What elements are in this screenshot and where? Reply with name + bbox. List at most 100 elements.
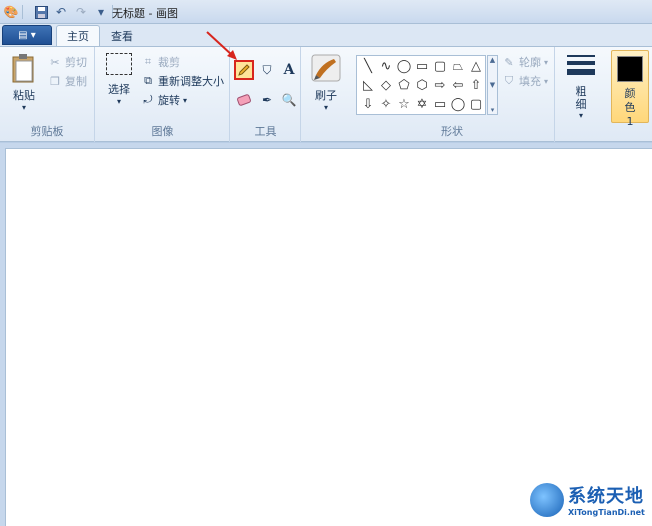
eyedropper-icon: ✒ <box>261 93 273 107</box>
shape-item[interactable]: ⬡ <box>413 76 431 95</box>
shape-item[interactable]: ⇨ <box>431 76 449 95</box>
ribbon-tabs: ▤ ▾ 主页 查看 <box>0 24 652 46</box>
color1-swatch <box>617 56 643 82</box>
eraser-tool-button[interactable] <box>234 90 254 110</box>
tab-view[interactable]: 查看 <box>101 25 143 46</box>
size-group: 粗细 ▾ <box>556 47 606 142</box>
shape-item[interactable]: ✡ <box>413 95 431 114</box>
cut-label: 剪切 <box>65 56 87 69</box>
shapes-group-label: 形状 <box>441 125 463 138</box>
undo-icon[interactable]: ↶ <box>52 3 70 21</box>
shape-item[interactable]: ╲ <box>359 57 377 76</box>
color1-label: 颜色 1 <box>624 87 636 128</box>
crop-label: 裁剪 <box>158 56 180 69</box>
crop-button[interactable]: ⌗ 裁剪 <box>141 54 180 70</box>
fill-icon: ⛉ <box>504 74 514 87</box>
paste-button[interactable]: 粘贴 ▾ <box>6 53 42 112</box>
ribbon: 粘贴 ▾ ✂ 剪切 ❐ 复制 剪贴板 选择 ▾ ⌗ 裁剪 ⧉ 重新调整大小 ⤾ … <box>0 46 652 142</box>
fill-tool-button[interactable]: ⛉ <box>257 60 277 80</box>
fill-button[interactable]: ⛉ 填充 ▾ <box>502 73 548 89</box>
shape-item[interactable]: ▭ <box>431 95 449 114</box>
tools-group: ⛉ A ✒ 🔍 工具 <box>231 47 301 142</box>
shape-item[interactable]: ⬠ <box>395 76 413 95</box>
shape-item[interactable]: ▢ <box>467 95 485 114</box>
size-label: 粗细 <box>575 85 587 111</box>
clipboard-group-label: 剪贴板 <box>30 125 64 138</box>
copy-button[interactable]: ❐ 复制 <box>48 73 87 89</box>
copy-icon: ❐ <box>50 74 60 88</box>
save-icon[interactable] <box>32 3 50 21</box>
paste-label: 粘贴 <box>13 89 35 102</box>
rotate-icon: ⤾ <box>143 93 153 106</box>
magnifier-tool-button[interactable]: 🔍 <box>279 90 299 110</box>
chevron-down-icon: ▾ <box>21 103 26 112</box>
chevron-down-icon: ▾ <box>544 76 549 86</box>
canvas-area <box>0 143 652 526</box>
eraser-icon <box>237 94 251 106</box>
window-title: 无标题 - 画图 <box>112 7 178 20</box>
watermark-url: XiTongTianDi.net <box>568 508 645 517</box>
select-button[interactable]: 选择 ▾ <box>102 53 136 106</box>
rotate-label: 旋转 <box>158 94 180 107</box>
clipboard-icon <box>12 54 34 83</box>
select-label: 选择 <box>108 83 130 96</box>
brushes-button[interactable]: 刷子 ▾ <box>308 53 344 112</box>
shapes-group: ╲ ∿ ◯ ▭ ▢ ⏢ △ ◺ ◇ ⬠ ⬡ ⇨ ⇦ ⇧ ⇩ ✧ ☆ ✡ ▭ ◯ ▢ ▲ ▼ ▾ ✎ 轮廓 ▾ ⛉ 填充 ▾ … <box>350 47 555 142</box>
resize-button[interactable]: ⧉ 重新调整大小 <box>141 73 224 89</box>
shape-item[interactable]: ⏢ <box>449 57 467 76</box>
copy-label: 复制 <box>65 75 87 88</box>
outline-label: 轮廓 <box>519 56 541 69</box>
color-picker-tool-button[interactable]: ✒ <box>257 90 277 110</box>
shape-item[interactable]: ⇩ <box>359 95 377 114</box>
pencil-icon <box>238 64 250 76</box>
watermark: 系统天地 XiTongTianDi.net <box>530 482 645 517</box>
paint-app-icon[interactable]: 🎨 <box>2 3 20 21</box>
clipboard-group: 粘贴 ▾ ✂ 剪切 ❐ 复制 剪贴板 <box>0 47 95 142</box>
shape-item[interactable]: ⇦ <box>449 76 467 95</box>
chevron-down-icon: ▾ <box>183 95 188 105</box>
qat-dropdown-icon[interactable]: ▾ <box>92 3 110 21</box>
text-tool-button[interactable]: A <box>279 60 299 80</box>
scissors-icon: ✂ <box>50 55 60 69</box>
shape-item[interactable]: ◺ <box>359 76 377 95</box>
shape-item[interactable]: ◯ <box>395 57 413 76</box>
shapes-gallery: ╲ ∿ ◯ ▭ ▢ ⏢ △ ◺ ◇ ⬠ ⬡ ⇨ ⇦ ⇧ ⇩ ✧ ☆ ✡ ▭ ◯ ▢ <box>356 55 486 115</box>
crop-icon: ⌗ <box>144 55 152 68</box>
brushes-label: 刷子 <box>315 89 337 102</box>
outline-icon: ✎ <box>504 55 514 69</box>
annotation-arrow-icon <box>206 31 237 60</box>
color1-button[interactable]: 颜色 1 <box>611 50 649 128</box>
resize-icon: ⧉ <box>144 74 152 87</box>
tab-home[interactable]: 主页 <box>56 25 100 46</box>
size-button[interactable]: 粗细 ▾ <box>562 53 600 120</box>
image-group-label: 图像 <box>151 125 174 138</box>
paint-bucket-icon: ⛉ <box>262 62 272 77</box>
chevron-down-icon: ▾ <box>544 57 549 67</box>
shape-item[interactable]: ∿ <box>377 57 395 76</box>
cut-button[interactable]: ✂ 剪切 <box>48 54 87 70</box>
shape-item[interactable]: ◯ <box>449 95 467 114</box>
shape-item[interactable]: ▭ <box>413 57 431 76</box>
chevron-down-icon: ▾ <box>578 111 583 120</box>
line-thickness-icon <box>567 55 595 75</box>
shape-item[interactable]: ✧ <box>377 95 395 114</box>
chevron-down-icon: ▾ <box>116 97 121 106</box>
outline-button[interactable]: ✎ 轮廓 ▾ <box>502 54 548 70</box>
shapes-gallery-scroll[interactable]: ▲ ▼ ▾ <box>487 55 498 115</box>
chevron-down-icon: ▾ <box>323 103 328 112</box>
watermark-title: 系统天地 <box>568 486 644 507</box>
shape-item[interactable]: △ <box>467 57 485 76</box>
file-menu-button[interactable]: ▤ ▾ <box>2 25 52 45</box>
rotate-button[interactable]: ⤾ 旋转 ▾ <box>141 92 187 108</box>
watermark-logo-icon <box>530 482 564 517</box>
drawing-canvas[interactable] <box>5 148 652 526</box>
brushes-group: 刷子 ▾ <box>302 47 350 142</box>
shape-item[interactable]: ▢ <box>431 57 449 76</box>
redo-icon[interactable]: ↷ <box>72 3 90 21</box>
shape-item[interactable]: ⇧ <box>467 76 485 95</box>
quick-access-toolbar: 🎨 ↶ ↷ ▾ <box>2 3 120 21</box>
shape-item[interactable]: ☆ <box>395 95 413 114</box>
separator <box>22 5 30 19</box>
magnifier-icon: 🔍 <box>281 93 297 107</box>
shape-item[interactable]: ◇ <box>377 76 395 95</box>
